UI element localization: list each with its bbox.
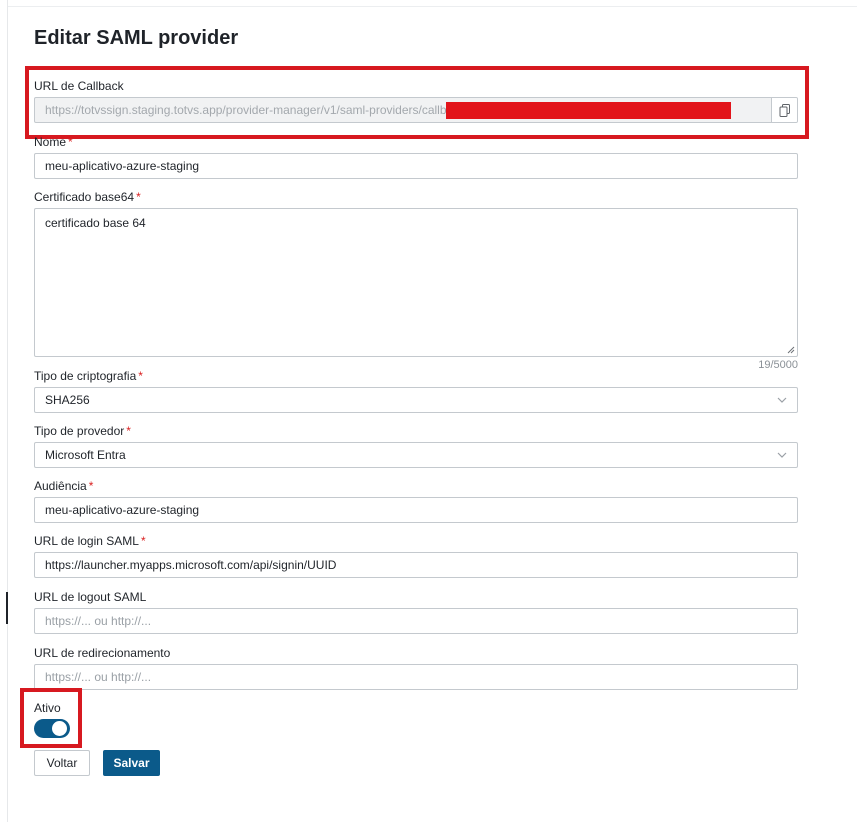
provider-type-value: Microsoft Entra bbox=[45, 448, 126, 462]
required-marker: * bbox=[138, 369, 143, 383]
required-marker: * bbox=[126, 424, 131, 438]
resize-grip-icon[interactable] bbox=[787, 346, 795, 354]
audience-input[interactable]: meu-aplicativo-azure-staging bbox=[34, 497, 798, 523]
certificate-label: Certificado base64 * bbox=[34, 190, 141, 204]
callback-highlight-box bbox=[25, 66, 809, 139]
audience-label: Audiência * bbox=[34, 479, 94, 493]
save-button[interactable]: Salvar bbox=[103, 750, 160, 776]
name-input[interactable]: meu-aplicativo-azure-staging bbox=[34, 153, 798, 179]
redirect-url-input[interactable]: https://... ou http://... bbox=[34, 664, 798, 690]
certificate-textarea[interactable]: certificado base 64 bbox=[34, 208, 798, 357]
chevron-down-icon bbox=[777, 452, 787, 458]
crypto-label: Tipo de criptografia * bbox=[34, 369, 143, 383]
back-button[interactable]: Voltar bbox=[34, 750, 90, 776]
provider-type-label: Tipo de provedor * bbox=[34, 424, 131, 438]
left-edge-marker bbox=[6, 592, 8, 624]
active-highlight-box bbox=[20, 688, 82, 748]
crypto-select[interactable]: SHA256 bbox=[34, 387, 798, 413]
redirect-url-label: URL de redirecionamento bbox=[34, 646, 171, 660]
required-marker: * bbox=[88, 479, 94, 493]
page-title: Editar SAML provider bbox=[34, 27, 239, 49]
left-divider bbox=[7, 0, 8, 822]
name-label: Nome * bbox=[34, 135, 73, 149]
provider-type-select[interactable]: Microsoft Entra bbox=[34, 442, 798, 468]
chevron-down-icon bbox=[777, 397, 787, 403]
top-divider bbox=[7, 6, 857, 7]
required-marker: * bbox=[68, 135, 73, 149]
required-marker: * bbox=[140, 534, 146, 548]
login-url-input[interactable]: https://launcher.myapps.microsoft.com/ap… bbox=[34, 552, 798, 578]
required-marker: * bbox=[136, 190, 141, 204]
logout-url-input[interactable]: https://... ou http://... bbox=[34, 608, 798, 634]
certificate-value: certificado base 64 bbox=[45, 216, 146, 230]
character-counter: 19/5000 bbox=[758, 359, 798, 371]
login-url-label: URL de login SAML * bbox=[34, 534, 146, 548]
logout-url-label: URL de logout SAML bbox=[34, 590, 147, 604]
crypto-value: SHA256 bbox=[45, 393, 90, 407]
